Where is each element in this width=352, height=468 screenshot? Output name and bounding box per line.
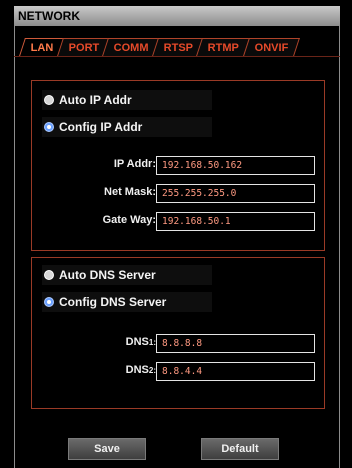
tab-onvif-label: ONVIF — [254, 41, 288, 54]
config-dns-label: Config DNS Server — [59, 295, 167, 309]
frame-left-border — [14, 26, 15, 468]
net-mask-input[interactable]: 255.255.255.0 — [156, 184, 315, 203]
config-ip-label: Config IP Addr — [59, 120, 143, 134]
dns2-label-sub: 2: — [148, 366, 156, 375]
config-dns-radio[interactable] — [44, 297, 54, 307]
net-mask-label: Net Mask: — [104, 186, 156, 198]
net-mask-row: Net Mask: 255.255.255.0 — [32, 184, 326, 204]
ip-settings-panel: Auto IP Addr Config IP Addr IP Addr: 192… — [31, 80, 325, 251]
tab-rtsp-label: RTSP — [163, 41, 194, 54]
window-title: NETWORK — [14, 6, 340, 26]
auto-ip-label: Auto IP Addr — [59, 93, 132, 107]
frame-right-border — [339, 26, 340, 468]
dns1-label-main: DNS — [125, 336, 149, 348]
tab-rtmp-label: RTMP — [208, 41, 240, 54]
tab-comm-label: COMM — [114, 41, 149, 54]
auto-ip-radio[interactable] — [44, 95, 54, 105]
dns2-label: DNS2: — [126, 364, 156, 376]
default-button[interactable]: Default — [201, 438, 279, 460]
save-button[interactable]: Save — [68, 438, 146, 460]
dns1-label-sub: 1: — [148, 338, 156, 347]
ip-addr-row: IP Addr: 192.168.50.162 — [32, 156, 326, 176]
auto-dns-option[interactable]: Auto DNS Server — [42, 265, 212, 285]
gate-way-row: Gate Way: 192.168.50.1 — [32, 212, 326, 232]
tab-rtmp[interactable]: RTMP — [196, 38, 251, 56]
dns1-row: DNS1: 8.8.8.8 — [32, 334, 326, 354]
dns2-row: DNS2: 8.8.4.4 — [32, 362, 326, 382]
config-dns-option[interactable]: Config DNS Server — [42, 292, 212, 312]
dns-settings-panel: Auto DNS Server Config DNS Server DNS1: … — [31, 257, 325, 409]
gate-way-input[interactable]: 192.168.50.1 — [156, 212, 315, 231]
tab-bar: LAN PORT COMM RTSP RTMP ONVIF — [19, 38, 300, 56]
dns1-input[interactable]: 8.8.8.8 — [156, 334, 315, 353]
auto-ip-option[interactable]: Auto IP Addr — [42, 90, 212, 110]
dns2-label-main: DNS — [125, 364, 149, 376]
tab-comm[interactable]: COMM — [102, 38, 160, 56]
auto-dns-radio[interactable] — [44, 270, 54, 280]
dns1-label: DNS1: — [126, 336, 156, 348]
tab-port-label: PORT — [68, 41, 100, 54]
auto-dns-label: Auto DNS Server — [59, 268, 156, 282]
gate-way-label: Gate Way: — [102, 214, 156, 226]
config-ip-radio[interactable] — [44, 122, 54, 132]
dns2-input[interactable]: 8.8.4.4 — [156, 362, 315, 381]
tab-lan-label: LAN — [30, 41, 54, 54]
ip-addr-input[interactable]: 192.168.50.162 — [156, 156, 315, 175]
tab-onvif[interactable]: ONVIF — [242, 38, 300, 56]
tab-bar-underline — [14, 56, 340, 57]
ip-addr-label: IP Addr: — [113, 158, 156, 170]
config-ip-option[interactable]: Config IP Addr — [42, 117, 212, 137]
